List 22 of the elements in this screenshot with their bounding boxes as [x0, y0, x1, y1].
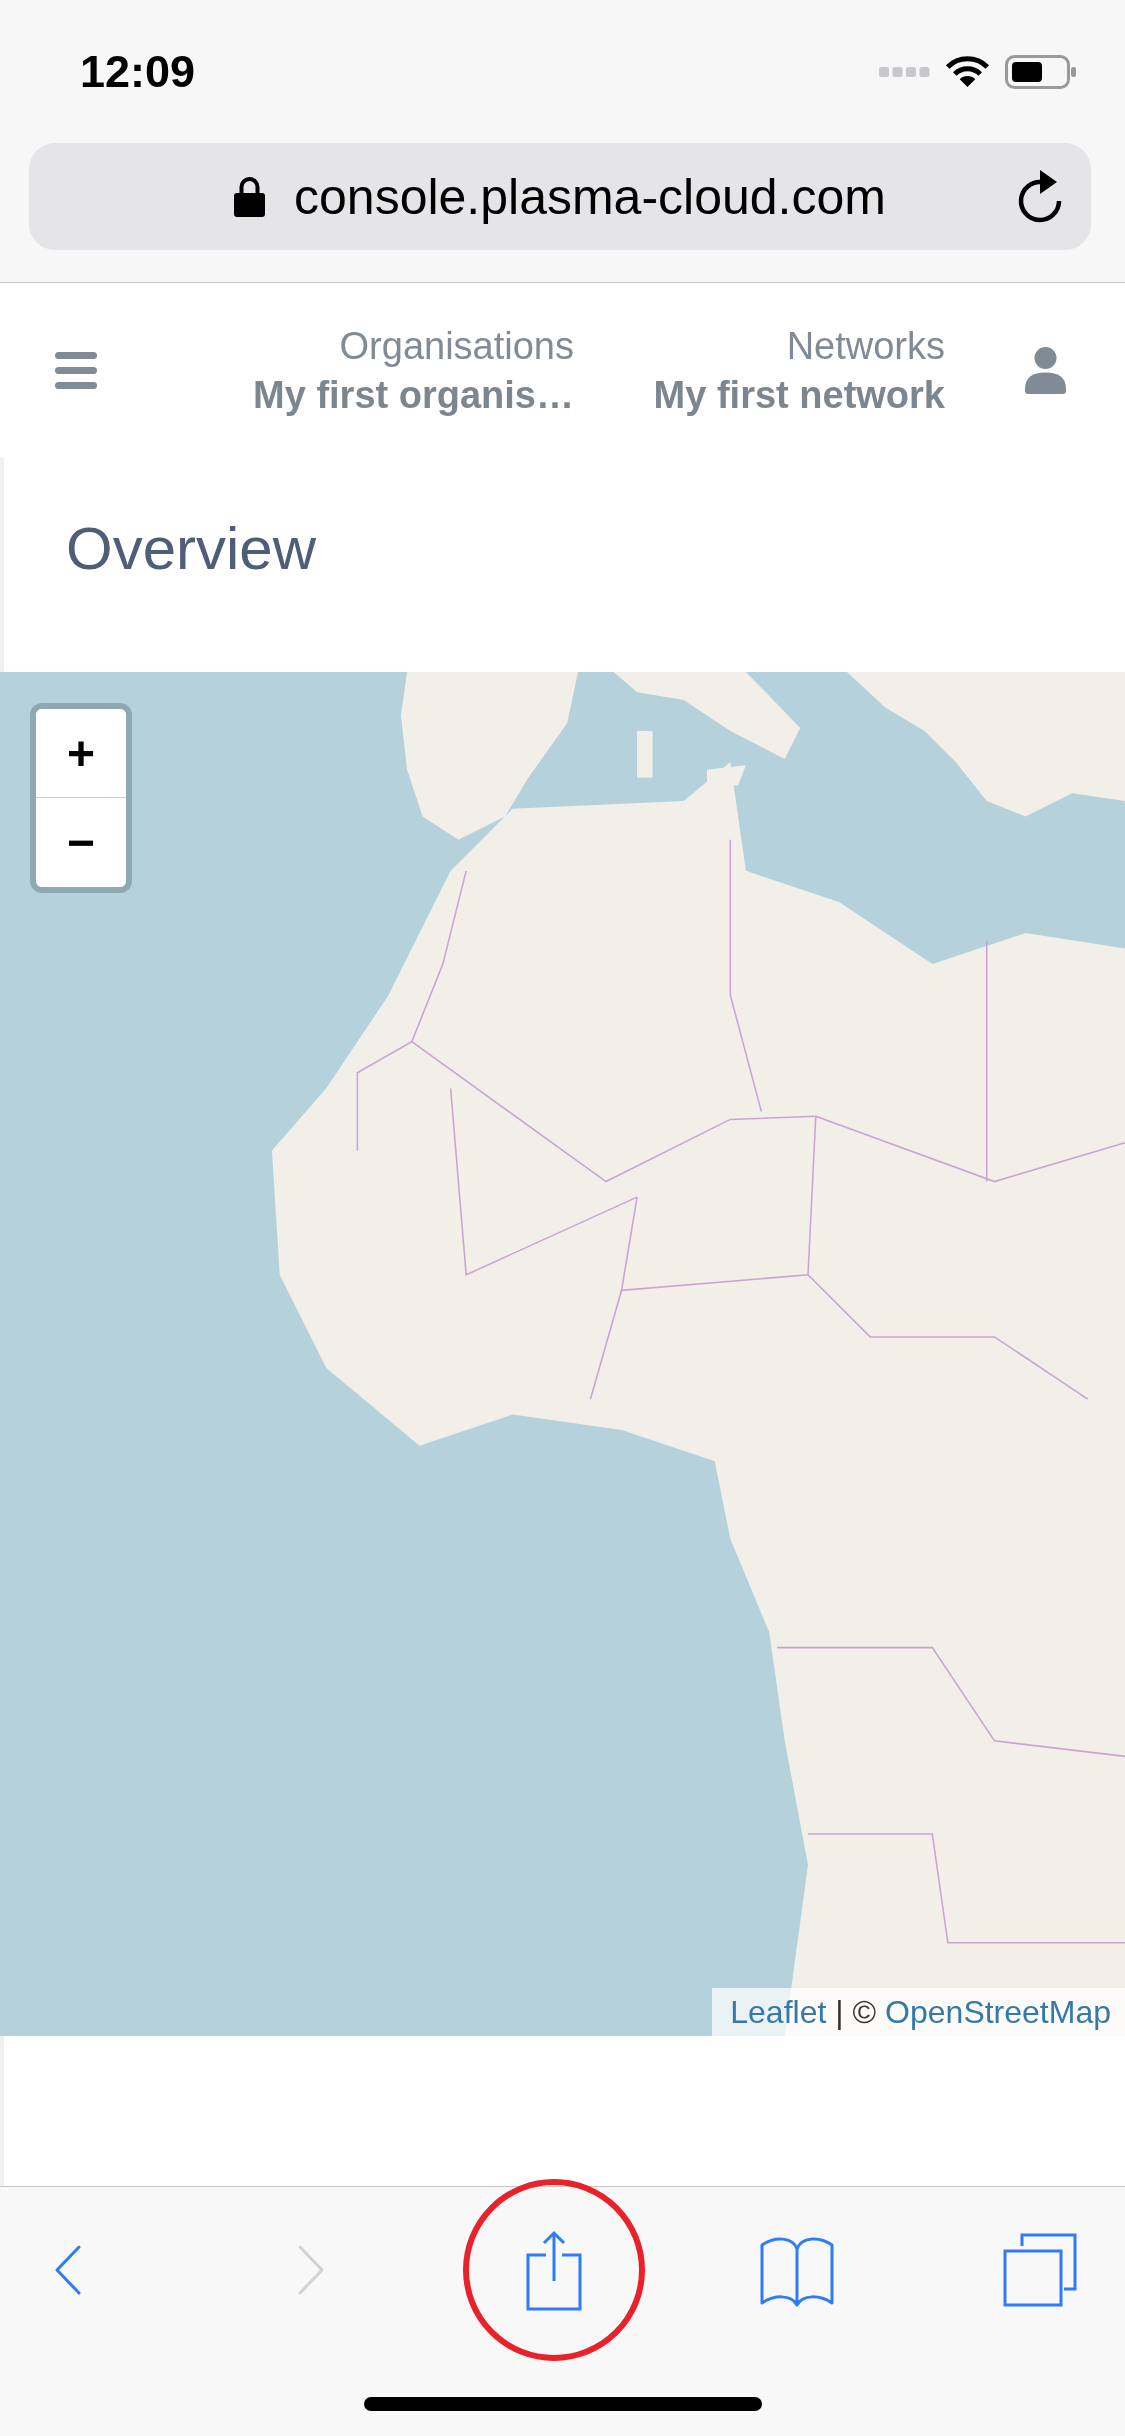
attribution-link[interactable]: OpenStreetMap: [885, 1993, 1111, 2031]
overlapping-squares-icon: [1002, 2232, 1078, 2308]
status-time: 12:09: [80, 45, 196, 98]
selector-label: Organisations: [339, 323, 574, 369]
page-title: Overview: [66, 514, 317, 584]
share-icon: [525, 2229, 583, 2311]
selector-value[interactable]: My first organis…: [253, 369, 574, 420]
attribution-link[interactable]: Leaflet: [730, 1993, 827, 2031]
zoom-in-button[interactable]: +: [36, 709, 126, 798]
battery-icon: [1005, 54, 1077, 89]
signal-icon: [879, 66, 930, 77]
user-icon[interactable]: [1025, 347, 1066, 394]
wifi-icon: [945, 55, 990, 88]
chevron-left-icon: [54, 2245, 82, 2295]
menu-icon[interactable]: [55, 352, 97, 389]
url-text: console.plasma-cloud.com: [294, 167, 886, 226]
reload-icon[interactable]: [1018, 170, 1064, 223]
selector-label: Networks: [786, 323, 945, 369]
selector-value[interactable]: My first network: [653, 369, 945, 420]
address-field[interactable]: console.plasma-cloud.com: [29, 143, 1091, 250]
chevron-right-icon: [297, 2245, 325, 2295]
attribution-text: | ©: [835, 1993, 877, 2031]
